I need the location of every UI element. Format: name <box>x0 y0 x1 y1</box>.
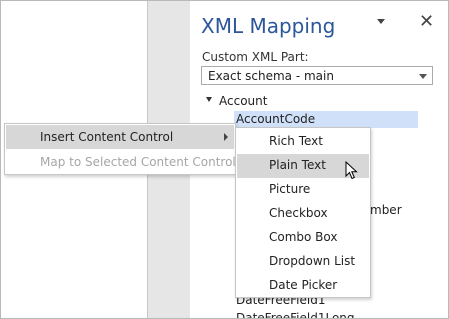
tree-node-accountcode[interactable]: AccountCode <box>236 112 315 126</box>
screenshot-frame: XML Mapping ✕ Custom XML Part: Exact sch… <box>0 0 449 319</box>
chevron-right-icon <box>224 133 228 141</box>
mouse-pointer-icon <box>345 161 358 180</box>
submenu-item-rich-text[interactable]: Rich Text <box>237 130 369 154</box>
select-value: Exact schema - main <box>208 69 334 83</box>
submenu-item-combo-box[interactable]: Combo Box <box>237 226 369 250</box>
pane-title: XML Mapping <box>201 14 336 38</box>
map-to-selected-content-control-label: Map to Selected Content Control <box>40 155 236 169</box>
custom-xml-part-label: Custom XML Part: <box>202 50 309 64</box>
map-to-selected-content-control-item: Map to Selected Content Control <box>6 150 236 174</box>
custom-xml-part-select[interactable]: Exact schema - main <box>201 66 433 85</box>
context-menu: Insert Content Control Map to Selected C… <box>4 123 236 175</box>
close-icon[interactable]: ✕ <box>419 13 434 31</box>
submenu-item-picture[interactable]: Picture <box>237 178 369 202</box>
tree-expand-icon[interactable] <box>206 97 212 102</box>
tree-node-account[interactable]: Account <box>219 94 267 108</box>
insert-content-control-label: Insert Content Control <box>40 130 174 144</box>
submenu-item-date-picker[interactable]: Date Picker <box>237 274 369 298</box>
submenu-item-dropdown-list[interactable]: Dropdown List <box>237 250 369 274</box>
tree-node-datefreefield1long[interactable]: DateFreeField1Long <box>236 311 355 318</box>
tree-node-partial[interactable]: mber <box>370 203 402 217</box>
insert-content-control-item[interactable]: Insert Content Control <box>6 125 234 149</box>
insert-content-control-submenu: Rich Text Plain Text Picture Checkbox Co… <box>235 127 371 298</box>
submenu-item-checkbox[interactable]: Checkbox <box>237 202 369 226</box>
pane-options-icon[interactable] <box>377 19 385 24</box>
chevron-down-icon <box>419 74 427 79</box>
